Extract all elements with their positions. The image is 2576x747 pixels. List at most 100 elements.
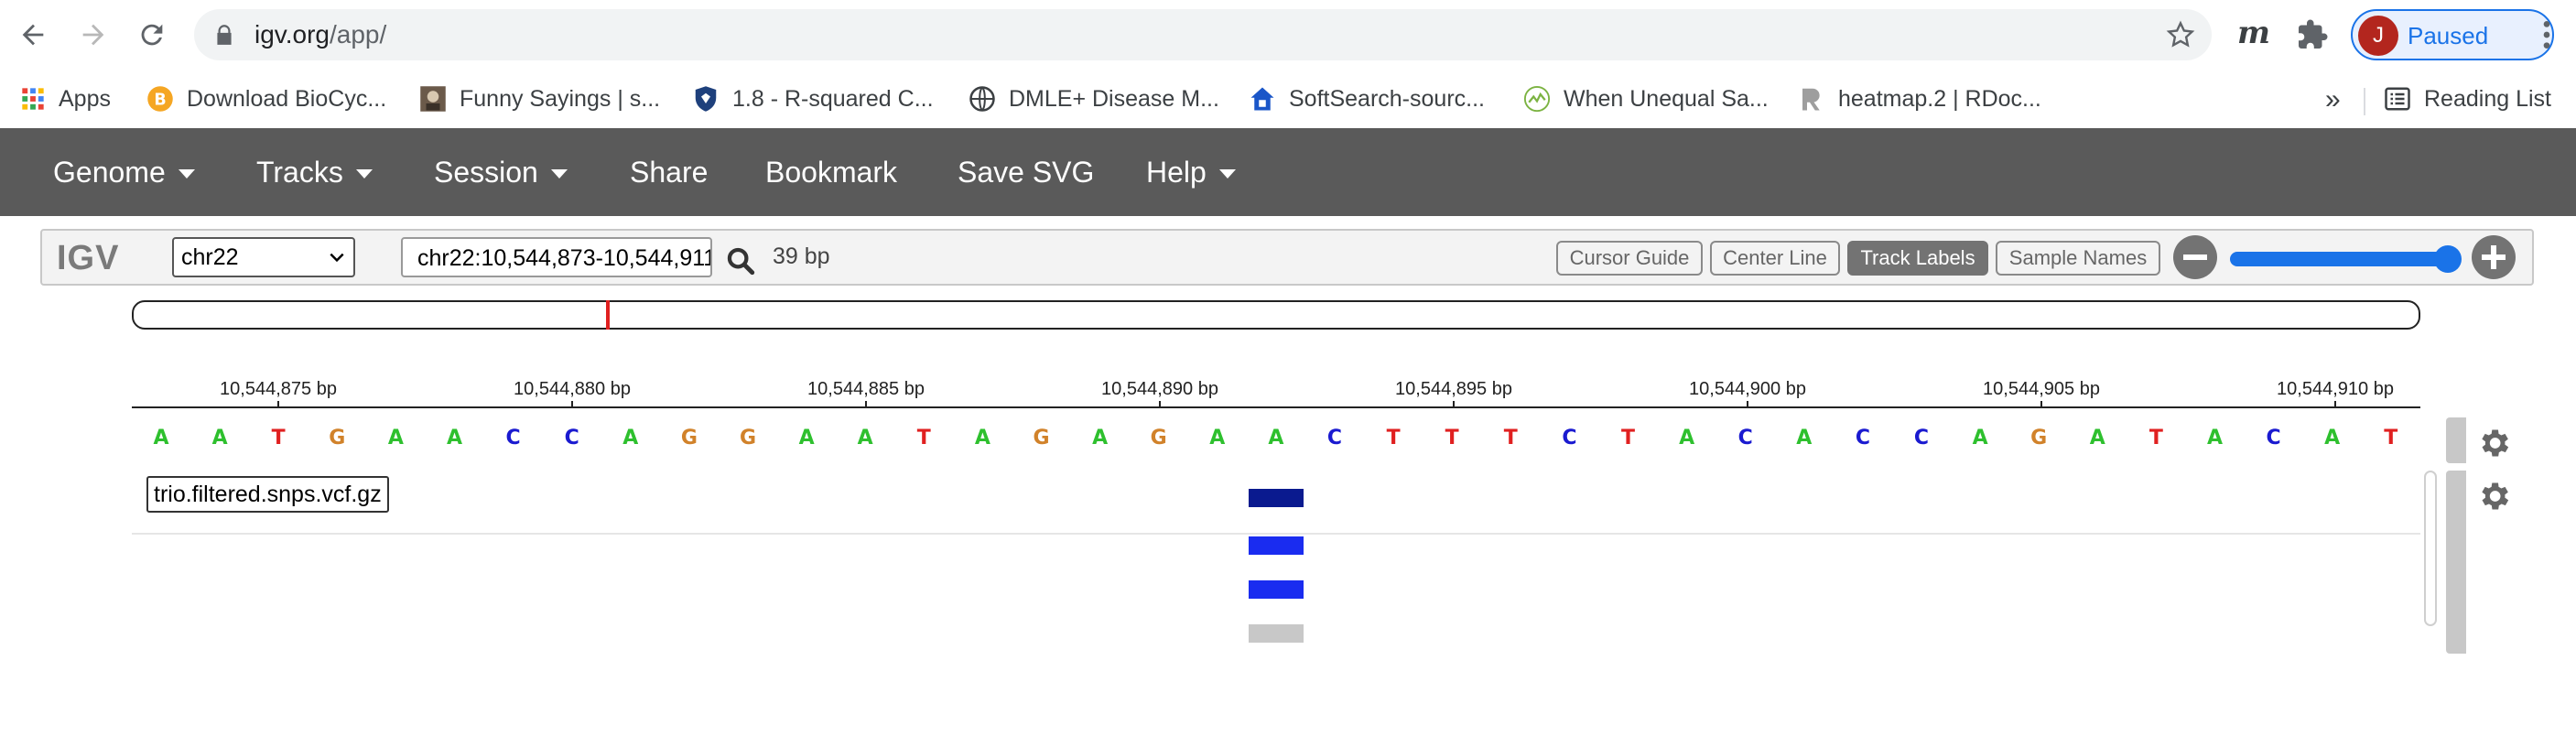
igv-control-bar: IGV chr22 chr22:10,544,873-10,544,911 39… (40, 229, 2534, 286)
bookmark-softsearch[interactable]: SoftSearch-sourc... (1249, 81, 1485, 117)
igv-logo: IGV (57, 239, 120, 277)
chromosome-select[interactable]: chr22 (172, 237, 355, 277)
genotype-bar[interactable] (1249, 536, 1304, 555)
vcf-track-handle[interactable] (2446, 471, 2466, 654)
extension-m-icon[interactable]: m (2237, 15, 2270, 51)
puzzle-icon[interactable] (2296, 18, 2329, 51)
genotype-bar[interactable] (1249, 580, 1304, 599)
gear-icon[interactable] (2475, 478, 2512, 514)
bookmark-label: Funny Sayings | s... (460, 85, 661, 112)
chromosome-value: chr22 (181, 244, 239, 270)
bookmark-label: When Unequal Sa... (1564, 85, 1769, 112)
sample-names-button[interactable]: Sample Names (1996, 241, 2160, 276)
sequence-base: A (1209, 427, 1226, 449)
menu-tracks-label: Tracks (256, 156, 343, 189)
sequence-base: T (1445, 427, 1459, 449)
bookmark-unequal-sa[interactable]: When Unequal Sa... (1523, 81, 1769, 117)
avatar: J (2358, 16, 2398, 56)
chromosome-ideogram[interactable] (132, 300, 2420, 330)
sequence-base: A (1092, 427, 1109, 449)
reading-list-label: Reading List (2424, 85, 2551, 112)
ruler-tick-label: 10,544,900 bp (1689, 379, 1806, 399)
lock-icon[interactable] (212, 23, 236, 47)
sequence-base: T (2384, 427, 2398, 449)
kebab-menu-icon[interactable] (2528, 16, 2565, 53)
psu-shield-icon (695, 86, 717, 112)
sequence-base: C (1855, 427, 1870, 449)
menu-share[interactable]: Share (630, 156, 708, 189)
sequence-base: C (505, 427, 521, 449)
bookmark-heatmap[interactable]: heatmap.2 | RDoc... (1798, 81, 2041, 117)
bookmark-dmle[interactable]: DMLE+ Disease M... (969, 81, 1219, 117)
bookmarks-overflow-button[interactable]: » (2325, 84, 2341, 115)
bookmark-apps[interactable]: Apps (20, 81, 111, 117)
apps-grid-icon (22, 88, 44, 110)
star-icon[interactable] (2166, 20, 2195, 49)
sequence-base: A (153, 427, 169, 449)
variant-site-bar[interactable] (1249, 489, 1304, 507)
menu-genome[interactable]: Genome (53, 156, 195, 189)
sequence-track-handle[interactable] (2446, 417, 2466, 463)
sequence-base: G (739, 427, 757, 449)
menu-help[interactable]: Help (1146, 156, 1236, 189)
ruler-tick (277, 401, 279, 408)
genotype-bar[interactable] (1249, 624, 1304, 643)
bookmarks-separator (2364, 88, 2365, 115)
profile-button[interactable]: J Paused (2351, 9, 2554, 60)
menu-tracks[interactable]: Tracks (256, 156, 373, 189)
zoom-slider[interactable] (2230, 252, 2459, 266)
ruler-tick-label: 10,544,875 bp (220, 379, 337, 399)
sequence-base: A (1972, 427, 1988, 449)
bookmark-biocyc[interactable]: B Download BioCyc... (146, 81, 386, 117)
track-labels-button[interactable]: Track Labels (1847, 241, 1988, 276)
trend-favicon-icon (1523, 85, 1551, 113)
ruler-tick (2334, 401, 2336, 408)
menu-genome-label: Genome (53, 156, 166, 189)
sequence-base: G (1033, 427, 1050, 449)
sequence-base: A (211, 427, 228, 449)
photo-favicon-icon (420, 86, 446, 112)
reading-list-button[interactable]: Reading List (2384, 81, 2551, 117)
bookmarks-bar: Apps B Download BioCyc... Funny Sayings … (0, 70, 2576, 128)
zoom-out-icon[interactable] (2173, 235, 2217, 279)
ruler-tick-label: 10,544,910 bp (2277, 379, 2394, 399)
reload-icon[interactable] (134, 16, 170, 53)
back-arrow-icon[interactable] (15, 16, 51, 53)
menu-session[interactable]: Session (434, 156, 568, 189)
sequence-base: T (1386, 427, 1401, 449)
sequence-base: A (2206, 427, 2224, 449)
cursor-guide-button[interactable]: Cursor Guide (1556, 241, 1703, 276)
sequence-base: T (1503, 427, 1518, 449)
bookmark-label: Download BioCyc... (187, 85, 387, 112)
sequence-base: A (446, 427, 463, 449)
bookmark-label: DMLE+ Disease M... (1009, 85, 1219, 112)
sequence-base: A (387, 427, 404, 449)
ruler-tick-label: 10,544,885 bp (807, 379, 925, 399)
zoom-slider-handle[interactable] (2433, 245, 2462, 273)
url-text[interactable]: igv.org/app/ (254, 20, 386, 49)
bookmark-funny-sayings[interactable]: Funny Sayings | s... (419, 81, 660, 117)
menu-bookmark[interactable]: Bookmark (765, 156, 897, 189)
bookmark-r-squared[interactable]: 1.8 - R-squared C... (692, 81, 934, 117)
address-bar[interactable]: igv.org/app/ (194, 9, 2212, 60)
sequence-base: G (680, 427, 698, 449)
search-icon[interactable] (725, 245, 756, 276)
zoom-in-icon[interactable] (2472, 235, 2516, 279)
ruler-tick-label: 10,544,890 bp (1101, 379, 1218, 399)
sequence-base: T (916, 427, 931, 449)
locus-search-input[interactable]: chr22:10,544,873-10,544,911 (401, 237, 712, 277)
ruler-axis (132, 406, 2420, 408)
center-line-button[interactable]: Center Line (1710, 241, 1840, 276)
profile-status: Paused (2408, 22, 2489, 49)
ruler-tick (571, 401, 573, 408)
ruler-tick-label: 10,544,895 bp (1395, 379, 1512, 399)
sequence-base: T (271, 427, 286, 449)
track-name-label[interactable]: trio.filtered.snps.vcf.gz (146, 476, 389, 513)
menu-save-svg[interactable]: Save SVG (958, 156, 1094, 189)
track-scrollbar[interactable] (2424, 471, 2437, 626)
forward-arrow-icon[interactable] (75, 16, 112, 53)
sequence-base: A (2324, 427, 2341, 449)
sequence-base: C (564, 427, 579, 449)
track-divider (132, 533, 2420, 535)
gear-icon[interactable] (2475, 425, 2512, 461)
